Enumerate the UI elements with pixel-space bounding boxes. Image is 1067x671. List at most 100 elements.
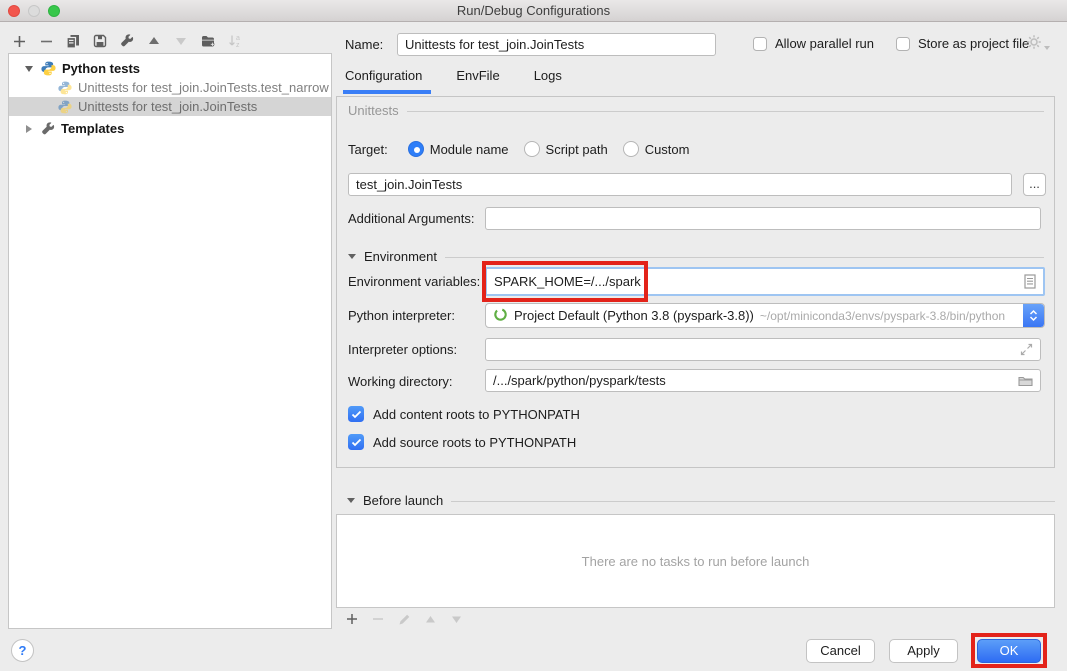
store-as-project-file-label: Store as project file <box>918 36 1029 51</box>
tree-item-label: Unittests for test_join.JoinTests.test_n… <box>78 80 329 95</box>
add-configuration-icon[interactable] <box>12 34 26 48</box>
additional-arguments-input[interactable] <box>485 207 1041 230</box>
save-configuration-icon[interactable] <box>93 34 107 48</box>
cancel-button[interactable]: Cancel <box>806 639 875 663</box>
apply-button[interactable]: Apply <box>889 639 958 663</box>
expand-field-icon[interactable] <box>1020 343 1033 356</box>
no-tasks-message: There are no tasks to run before launch <box>582 554 810 569</box>
unittests-group-label: Unittests <box>348 103 399 118</box>
tab-configuration[interactable]: Configuration <box>345 68 422 89</box>
target-label: Target: <box>348 142 388 157</box>
ok-highlight-box <box>971 633 1047 668</box>
help-button[interactable]: ? <box>11 639 34 662</box>
name-input[interactable]: Unittests for test_join.JoinTests <box>397 33 716 56</box>
add-source-roots-label: Add source roots to PYTHONPATH <box>373 435 576 450</box>
checkbox-checked-icon[interactable] <box>348 406 364 422</box>
close-window-button[interactable] <box>8 5 20 17</box>
tab-bar: Configuration EnvFile Logs <box>345 68 562 89</box>
checkbox-unchecked-icon[interactable] <box>753 37 767 51</box>
radio-custom[interactable]: Custom <box>623 141 690 157</box>
target-row: Target: Module name Script path Custom <box>348 141 704 157</box>
svg-text:z: z <box>236 42 240 48</box>
python-icon <box>58 81 72 95</box>
edit-variables-icon[interactable] <box>1024 274 1036 289</box>
target-input[interactable]: test_join.JoinTests <box>348 173 1012 196</box>
collapse-triangle-icon[interactable] <box>348 254 356 259</box>
tree-item-label: Python tests <box>62 61 140 76</box>
tab-envfile[interactable]: EnvFile <box>456 68 499 89</box>
environment-variables-value: SPARK_HOME=/.../spark <box>494 274 641 289</box>
active-tab-indicator <box>343 90 431 94</box>
radio-label: Script path <box>546 142 608 157</box>
remove-configuration-icon[interactable] <box>39 34 53 48</box>
edit-templates-icon[interactable] <box>120 34 134 48</box>
tree-item-label: Unittests for test_join.JoinTests <box>78 99 257 114</box>
additional-arguments-label: Additional Arguments: <box>348 211 474 226</box>
remove-task-icon <box>371 612 385 626</box>
before-launch-label: Before launch <box>363 493 443 508</box>
tab-logs[interactable]: Logs <box>534 68 562 89</box>
environment-variables-input[interactable]: SPARK_HOME=/.../spark <box>485 267 1045 296</box>
move-task-up-icon <box>423 612 437 626</box>
environment-section-label: Environment <box>364 249 437 264</box>
folder-icon[interactable] <box>1018 375 1033 387</box>
add-source-roots-checkbox[interactable]: Add source roots to PYTHONPATH <box>348 434 576 450</box>
move-task-down-icon <box>449 612 463 626</box>
run-debug-configurations-dialog: Run/Debug Configurations az Pyth <box>0 0 1067 671</box>
zoom-window-button[interactable] <box>48 5 60 17</box>
add-content-roots-checkbox[interactable]: Add content roots to PYTHONPATH <box>348 406 580 422</box>
allow-parallel-run-label: Allow parallel run <box>775 36 874 51</box>
name-label: Name: <box>345 37 383 52</box>
divider <box>445 257 1044 258</box>
tree-item-templates[interactable]: Templates <box>9 119 331 138</box>
working-directory-input[interactable]: /.../spark/python/pyspark/tests <box>485 369 1041 392</box>
python-icon <box>41 61 56 76</box>
minimize-window-button <box>28 5 40 17</box>
checkbox-checked-icon[interactable] <box>348 434 364 450</box>
titlebar: Run/Debug Configurations <box>0 0 1067 22</box>
browse-button[interactable]: ... <box>1023 173 1046 196</box>
store-as-project-file-checkbox[interactable]: Store as project file <box>896 36 1029 51</box>
copy-configuration-icon[interactable] <box>66 34 80 48</box>
before-launch-toolbar <box>345 611 463 627</box>
tree-item-unittests-narrow[interactable]: Unittests for test_join.JoinTests.test_n… <box>9 78 331 97</box>
checkbox-unchecked-icon[interactable] <box>896 37 910 51</box>
collapse-triangle-icon[interactable] <box>347 498 355 503</box>
dropdown-arrows-icon[interactable] <box>1023 304 1044 327</box>
working-directory-value: /.../spark/python/pyspark/tests <box>493 373 666 388</box>
add-content-roots-label: Add content roots to PYTHONPATH <box>373 407 580 422</box>
radio-module-name[interactable]: Module name <box>408 141 509 157</box>
chevron-down-icon[interactable] <box>25 66 33 72</box>
radio-script-path[interactable]: Script path <box>524 141 608 157</box>
before-launch-header[interactable]: Before launch <box>336 493 1055 508</box>
divider <box>451 501 1055 502</box>
python-interpreter-select[interactable]: Project Default (Python 3.8 (pyspark-3.8… <box>485 303 1045 328</box>
edit-task-icon <box>397 612 411 626</box>
traffic-lights <box>8 5 60 17</box>
configurations-tree: Python tests Unittests for test_join.Joi… <box>8 53 332 629</box>
tree-item-label: Templates <box>61 121 124 136</box>
radio-unselected-icon[interactable] <box>623 141 639 157</box>
allow-parallel-run-checkbox[interactable]: Allow parallel run <box>753 36 874 51</box>
add-task-icon[interactable] <box>345 612 359 626</box>
move-up-icon[interactable] <box>147 34 161 48</box>
python-interpreter-label: Python interpreter: <box>348 308 455 323</box>
new-folder-icon[interactable] <box>201 34 215 48</box>
store-options-gear[interactable] <box>1026 34 1050 53</box>
unittests-group-header: Unittests <box>348 103 1044 118</box>
window-title: Run/Debug Configurations <box>0 0 1067 21</box>
working-directory-label: Working directory: <box>348 374 453 389</box>
configuration-panel: Unittests Target: Module name Script pat… <box>336 96 1055 468</box>
configurations-toolbar: az <box>12 33 242 49</box>
radio-label: Module name <box>430 142 509 157</box>
sort-configurations-icon: az <box>228 34 242 48</box>
interpreter-options-input[interactable] <box>485 338 1041 361</box>
radio-selected-icon[interactable] <box>408 141 424 157</box>
chevron-right-icon[interactable] <box>26 125 32 133</box>
radio-unselected-icon[interactable] <box>524 141 540 157</box>
environment-section-header[interactable]: Environment <box>348 249 1044 264</box>
move-down-icon <box>174 34 188 48</box>
gear-icon[interactable] <box>1026 34 1042 53</box>
tree-item-python-tests[interactable]: Python tests <box>9 59 331 78</box>
tree-item-unittests-jointests-selected[interactable]: Unittests for test_join.JoinTests <box>9 97 331 116</box>
